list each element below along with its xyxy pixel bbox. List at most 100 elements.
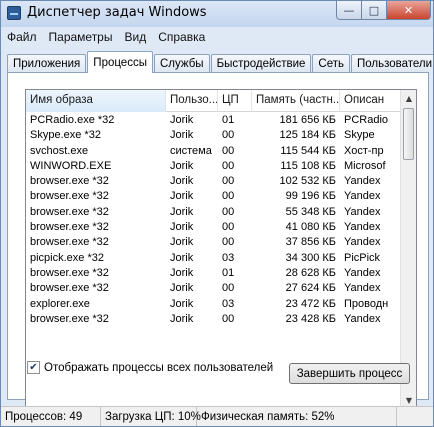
maximize-icon: □ bbox=[368, 3, 380, 17]
scrollbar-thumb[interactable] bbox=[403, 108, 414, 160]
process-cpu: 00 bbox=[222, 175, 235, 188]
process-cpu: 00 bbox=[222, 312, 235, 325]
table-row[interactable]: PCRadio.exe *32 Jorik 01 181 656 КБ PCRadio bbox=[26, 113, 401, 128]
process-user: Jorik bbox=[170, 251, 194, 264]
process-name: WINWORD.EXE bbox=[30, 159, 112, 172]
process-memory: 115 544 КБ bbox=[280, 144, 336, 157]
menu-options[interactable]: Параметры bbox=[49, 30, 113, 44]
minimize-icon: — bbox=[343, 3, 355, 17]
tab-processes[interactable]: Процессы bbox=[87, 51, 153, 73]
table-row[interactable]: browser.exe *32 Jorik 00 55 348 КБ Yandex bbox=[26, 205, 401, 220]
process-list-body: PCRadio.exe *32 Jorik 01 181 656 КБ PCRadio S… bbox=[26, 113, 401, 327]
process-user: Jorik bbox=[170, 114, 194, 126]
process-name: browser.exe *32 bbox=[30, 266, 109, 279]
tab-services[interactable]: Службы bbox=[153, 54, 210, 73]
process-cpu: 00 bbox=[222, 129, 235, 142]
process-memory: 99 196 КБ bbox=[285, 190, 336, 203]
tab-network[interactable]: Сеть bbox=[312, 54, 350, 73]
process-cpu: 00 bbox=[222, 159, 235, 172]
processes-panel: Имя образа Пользо... ЦП Память (частн...… bbox=[7, 72, 429, 409]
tab-performance[interactable]: Быстродействие bbox=[210, 54, 312, 73]
tab-users[interactable]: Пользователи bbox=[351, 54, 433, 73]
menu-view[interactable]: Вид bbox=[124, 30, 146, 44]
process-memory: 23 472 КБ bbox=[285, 297, 336, 310]
status-process-count: Процессов: 49 bbox=[1, 406, 101, 426]
process-memory: 181 656 КБ bbox=[279, 114, 336, 126]
table-row[interactable]: browser.exe *32 Jorik 00 41 080 КБ Yandex bbox=[26, 220, 401, 235]
process-memory: 37 856 КБ bbox=[285, 236, 336, 249]
end-process-button[interactable]: Завершить процесс bbox=[289, 363, 410, 384]
process-list-header: Имя образа Пользо... ЦП Память (частн...… bbox=[26, 90, 401, 112]
process-name: browser.exe *32 bbox=[30, 282, 109, 295]
process-user: Jorik bbox=[170, 159, 194, 172]
process-description: Хост-пр bbox=[344, 144, 384, 157]
process-description: Skype bbox=[344, 129, 375, 142]
table-row[interactable]: browser.exe *32 Jorik 01 28 628 КБ Yandex bbox=[26, 266, 401, 281]
table-row[interactable]: WINWORD.EXE Jorik 00 115 108 КБ Microsof bbox=[26, 159, 401, 174]
close-icon: ✕ bbox=[403, 3, 414, 17]
process-memory: 102 532 КБ bbox=[279, 175, 336, 188]
minimize-button[interactable]: — bbox=[336, 1, 362, 20]
process-description: Yandex bbox=[344, 266, 381, 279]
process-cpu: 00 bbox=[222, 236, 235, 249]
show-all-processes-option[interactable]: ✔ Отображать процессы всех пользователей bbox=[27, 361, 273, 374]
status-cpu-usage: Загрузка ЦП: 10% bbox=[101, 406, 201, 426]
table-row[interactable]: browser.exe *32 Jorik 00 99 196 КБ Yandex bbox=[26, 189, 401, 204]
status-bar: Процессов: 49 Загрузка ЦП: 10% Физическа… bbox=[1, 406, 433, 426]
tab-strip: Приложения Процессы Службы Быстродействи… bbox=[7, 51, 433, 73]
task-manager-window: Диспетчер задач Windows — □ ✕ Файл Парам… bbox=[0, 0, 434, 427]
process-description: Yandex bbox=[344, 282, 381, 295]
process-description: PCRadio bbox=[344, 114, 389, 126]
checkmark-icon: ✔ bbox=[29, 362, 38, 373]
task-manager-icon bbox=[7, 6, 21, 20]
process-memory: 125 184 КБ bbox=[279, 129, 336, 142]
process-cpu: 00 bbox=[222, 282, 235, 295]
process-user: Jorik bbox=[170, 236, 194, 249]
process-description: Yandex bbox=[344, 221, 381, 234]
show-all-processes-label: Отображать процессы всех пользователей bbox=[44, 361, 274, 374]
process-user: Jorik bbox=[170, 205, 194, 218]
process-description: PicPick bbox=[344, 251, 381, 264]
column-memory[interactable]: Память (частн... bbox=[252, 90, 340, 112]
table-row[interactable]: browser.exe *32 Jorik 00 37 856 КБ Yandex bbox=[26, 235, 401, 250]
menu-help[interactable]: Справка bbox=[158, 30, 205, 44]
process-memory: 28 628 КБ bbox=[285, 266, 336, 279]
show-all-processes-checkbox[interactable]: ✔ bbox=[27, 361, 40, 374]
scroll-up-icon[interactable]: ▲ bbox=[401, 90, 416, 106]
process-name: PCRadio.exe *32 bbox=[30, 114, 115, 126]
table-row[interactable]: picpick.exe *32 Jorik 03 34 300 КБ PicPick bbox=[26, 251, 401, 266]
process-user: Jorik bbox=[170, 312, 194, 325]
table-row[interactable]: explorer.exe Jorik 03 23 472 КБ Проводн bbox=[26, 297, 401, 312]
process-description: Yandex bbox=[344, 236, 381, 249]
table-row[interactable]: Skype.exe *32 Jorik 00 125 184 КБ Skype bbox=[26, 128, 401, 143]
table-row[interactable]: svchost.exe система 00 115 544 КБ Хост-пр bbox=[26, 144, 401, 159]
process-cpu: 01 bbox=[222, 266, 235, 279]
tab-applications[interactable]: Приложения bbox=[7, 54, 87, 73]
process-memory: 34 300 КБ bbox=[285, 251, 336, 264]
column-user[interactable]: Пользо... bbox=[166, 90, 218, 112]
table-row[interactable]: browser.exe *32 Jorik 00 27 624 КБ Yandex bbox=[26, 281, 401, 296]
vertical-scrollbar[interactable]: ▲ ▼ bbox=[400, 90, 416, 408]
table-row[interactable]: browser.exe *32 Jorik 00 102 532 КБ Yandex bbox=[26, 174, 401, 189]
column-description[interactable]: Описан bbox=[340, 90, 401, 112]
process-cpu: 01 bbox=[222, 114, 235, 126]
process-cpu: 00 bbox=[222, 190, 235, 203]
process-user: система bbox=[170, 144, 212, 157]
process-description: Проводн bbox=[344, 297, 389, 310]
process-memory: 41 080 КБ bbox=[285, 221, 336, 234]
title-bar[interactable]: Диспетчер задач Windows — □ ✕ bbox=[1, 1, 433, 27]
process-user: Jorik bbox=[170, 282, 194, 295]
process-cpu: 03 bbox=[222, 251, 235, 264]
table-row[interactable]: browser.exe *32 Jorik 00 23 428 КБ Yandex bbox=[26, 312, 401, 327]
window-controls: — □ ✕ bbox=[336, 1, 431, 21]
process-memory: 23 428 КБ bbox=[285, 312, 336, 325]
process-memory: 55 348 КБ bbox=[285, 205, 336, 218]
process-description: Yandex bbox=[344, 190, 381, 203]
process-name: picpick.exe *32 bbox=[30, 251, 104, 264]
process-user: Jorik bbox=[170, 129, 194, 142]
column-image-name[interactable]: Имя образа bbox=[26, 90, 166, 112]
maximize-button[interactable]: □ bbox=[362, 1, 387, 20]
column-cpu[interactable]: ЦП bbox=[218, 90, 252, 112]
close-button[interactable]: ✕ bbox=[387, 1, 431, 20]
menu-file[interactable]: Файл bbox=[7, 30, 37, 44]
